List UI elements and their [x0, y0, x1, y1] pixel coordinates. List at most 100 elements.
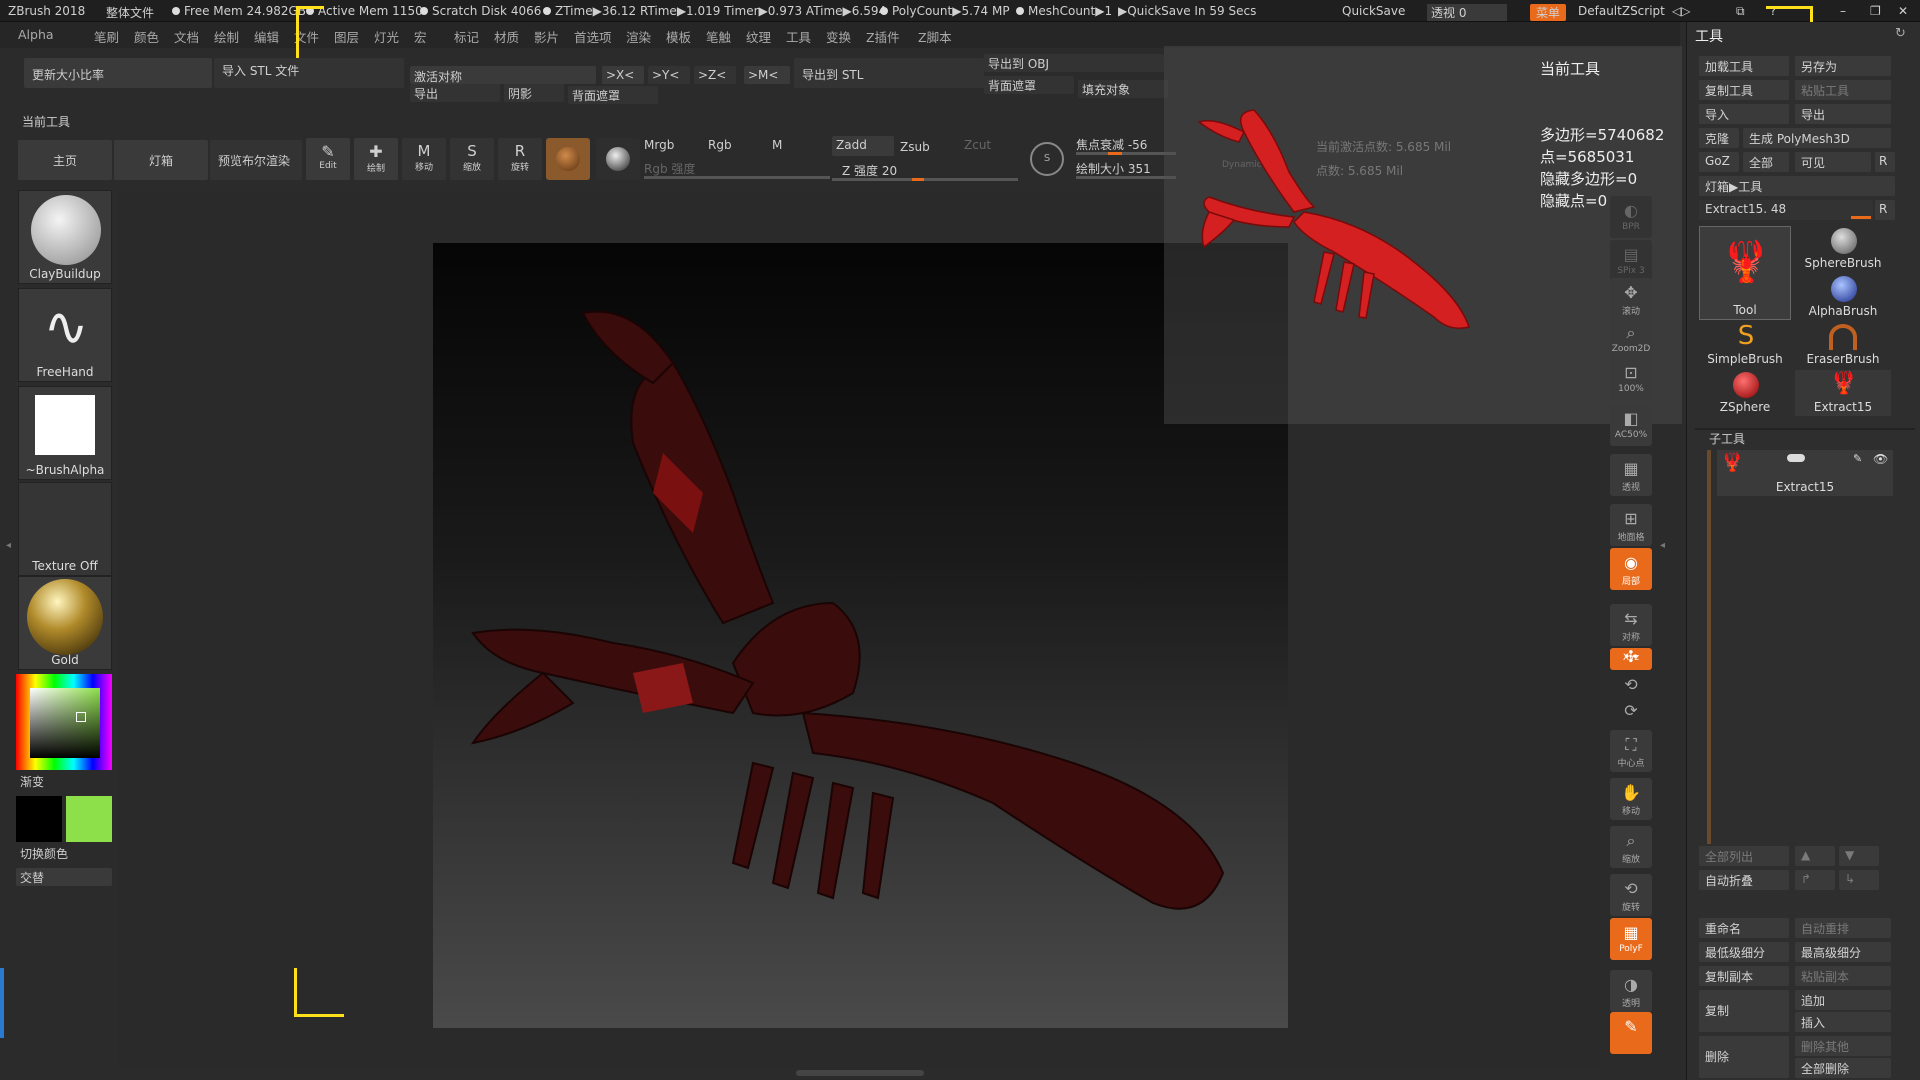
- move-down-icon[interactable]: ▼: [1839, 846, 1879, 866]
- auto-reorder-button[interactable]: 自动重排: [1795, 918, 1891, 938]
- focal-shift-track[interactable]: [1076, 152, 1176, 155]
- append-button[interactable]: 追加: [1795, 990, 1891, 1010]
- auto-collapse-button[interactable]: 自动折叠: [1699, 870, 1789, 890]
- back-mask-button-2[interactable]: 背面遮罩: [984, 76, 1074, 94]
- extract-slider-handle[interactable]: [1851, 216, 1871, 219]
- tool-thumb-eraserbrush[interactable]: EraserBrush: [1795, 322, 1891, 368]
- alpha-selector[interactable]: ~BrushAlpha: [18, 386, 112, 480]
- tool-thumb-zsphere[interactable]: ZSphere: [1699, 370, 1791, 416]
- shelf-move-view-button[interactable]: ✋ 移动: [1610, 778, 1652, 820]
- menu-item[interactable]: 图层: [334, 27, 359, 46]
- delete-button[interactable]: 删除: [1699, 1036, 1789, 1078]
- symmetry-m-toggle[interactable]: >M<: [744, 66, 790, 84]
- move-up-icon[interactable]: ▲: [1795, 846, 1835, 866]
- material-sphere-button[interactable]: [546, 138, 590, 180]
- document-canvas[interactable]: [433, 243, 1288, 1028]
- subtool-header[interactable]: 子工具: [1709, 430, 1745, 447]
- refresh-icon[interactable]: ↻: [1895, 26, 1911, 42]
- rgb-intensity-track[interactable]: [644, 176, 830, 179]
- draw-button[interactable]: ✚ 绘制: [354, 138, 398, 180]
- rgb-intensity-slider[interactable]: Rgb 强度: [644, 160, 695, 177]
- shelf-scale-view-button[interactable]: ⌕ 缩放: [1610, 826, 1652, 868]
- alternate-button[interactable]: 交替: [16, 868, 112, 886]
- menu-item[interactable]: Alpha: [18, 27, 54, 42]
- menu-item[interactable]: 文档: [174, 27, 199, 46]
- focal-shift-handle[interactable]: [1108, 152, 1122, 155]
- close-icon[interactable]: ✕: [1898, 4, 1908, 18]
- lightbox-tools-button[interactable]: 灯箱▶工具: [1699, 176, 1895, 196]
- stroke-target-icon[interactable]: S: [1030, 142, 1064, 176]
- menu-item[interactable]: 首选项: [574, 27, 612, 46]
- minimize-icon[interactable]: –: [1840, 4, 1846, 18]
- make-polymesh-button[interactable]: 生成 PolyMesh3D: [1743, 128, 1891, 148]
- menu-button[interactable]: 菜单: [1530, 4, 1567, 21]
- arrow-down-icon[interactable]: ↳: [1839, 870, 1879, 890]
- switch-color-button[interactable]: 切换颜色: [20, 845, 68, 862]
- shelf-transparent-button[interactable]: ◑ 透明: [1610, 970, 1652, 1012]
- draw-size-slider[interactable]: 绘制大小 351: [1076, 160, 1151, 177]
- menu-item[interactable]: 纹理: [746, 27, 771, 46]
- list-all-button[interactable]: 全部列出: [1699, 846, 1789, 866]
- activate-symmetry-button[interactable]: 激活对称: [410, 66, 596, 84]
- tool-thumb-tool[interactable]: 🦞 Tool: [1699, 226, 1791, 320]
- shelf-zoom2d-button[interactable]: ⌕ Zoom2D: [1610, 318, 1652, 360]
- texture-selector[interactable]: Texture Off: [18, 482, 112, 576]
- z-intensity-handle[interactable]: [912, 178, 924, 181]
- delete-all-button[interactable]: 全部删除: [1795, 1058, 1891, 1078]
- rotate-button[interactable]: R 旋转: [498, 138, 542, 180]
- symmetry-y-toggle[interactable]: >Y<: [648, 66, 690, 84]
- save-as-button[interactable]: 另存为: [1795, 56, 1891, 76]
- tool-thumb-spherebrush[interactable]: SphereBrush: [1795, 226, 1891, 272]
- subtool-brush-icon[interactable]: ✎: [1853, 452, 1862, 465]
- goz-visible-button[interactable]: 可见: [1795, 152, 1871, 172]
- shelf-actual-size-button[interactable]: ⊡ 100%: [1610, 358, 1652, 400]
- subtool-scrollbar[interactable]: [1707, 450, 1711, 844]
- load-tool-button[interactable]: 加载工具: [1699, 56, 1789, 76]
- brush-selector[interactable]: ClayBuildup: [18, 190, 112, 284]
- rgb-toggle[interactable]: Rgb: [708, 138, 732, 152]
- export-stl-button[interactable]: 导出到 STL: [794, 58, 984, 88]
- duplicate-copy-button[interactable]: 复制副本: [1699, 966, 1789, 986]
- menu-item[interactable]: 颜色: [134, 27, 159, 46]
- restore-icon[interactable]: ❐: [1870, 4, 1881, 18]
- zsub-toggle[interactable]: Zsub: [900, 140, 930, 154]
- secondary-color-swatch[interactable]: [66, 796, 112, 842]
- highest-subdiv-button[interactable]: 最高级细分: [1795, 942, 1891, 962]
- m-toggle[interactable]: M: [772, 138, 782, 152]
- lobster-model[interactable]: [433, 243, 1288, 1028]
- tool-thumb-extract15[interactable]: 🦞 Extract15: [1795, 370, 1891, 416]
- export-button[interactable]: 导出: [410, 84, 500, 102]
- menu-item[interactable]: 模板: [666, 27, 691, 46]
- lightbox-button[interactable]: 灯箱: [114, 140, 208, 180]
- menu-item[interactable]: 灯光: [374, 27, 399, 46]
- shelf-rotate-y-button[interactable]: ⟲: [1610, 676, 1652, 696]
- symmetry-x-toggle[interactable]: >X<: [602, 66, 644, 84]
- menu-item[interactable]: 标记: [454, 27, 479, 46]
- merge-copy-button[interactable]: 粘贴副本: [1795, 966, 1891, 986]
- shelf-bpr-button[interactable]: ◐ BPR: [1610, 196, 1652, 238]
- clone-button[interactable]: 克隆: [1699, 128, 1739, 148]
- shelf-xyz-button[interactable]: ✣ Xyz: [1610, 648, 1652, 670]
- shelf-rotate-view-button[interactable]: ⟲ 旋转: [1610, 874, 1652, 916]
- fill-object-button[interactable]: 填充对象: [1078, 80, 1168, 98]
- tool-thumb-simplebrush[interactable]: S SimpleBrush: [1699, 322, 1791, 368]
- transparency-slider[interactable]: 透视 0: [1427, 4, 1507, 21]
- bottom-tray-handle[interactable]: [796, 1070, 924, 1076]
- rename-button[interactable]: 重命名: [1699, 918, 1789, 938]
- import-stl-button[interactable]: 导入 STL 文件: [214, 58, 404, 88]
- goz-button[interactable]: GoZ: [1699, 152, 1739, 172]
- color-sphere-button[interactable]: [596, 138, 640, 180]
- menu-item[interactable]: 宏: [414, 27, 427, 46]
- symmetry-z-toggle[interactable]: >Z<: [694, 66, 736, 84]
- menu-item[interactable]: 变换: [826, 27, 851, 46]
- subtool-toggle-icon[interactable]: [1787, 454, 1805, 462]
- z-intensity-track[interactable]: [832, 178, 1018, 181]
- menu-item[interactable]: 编辑: [254, 27, 279, 46]
- menu-item[interactable]: 笔刷: [94, 27, 119, 46]
- collapse-right-icon[interactable]: ◂: [1660, 540, 1668, 570]
- delete-other-button[interactable]: 删除其他: [1795, 1036, 1891, 1056]
- shelf-polyframe-button[interactable]: ▦ PolyF: [1610, 918, 1652, 960]
- color-picker-square[interactable]: [30, 688, 100, 758]
- tool-thumb-alphabrush[interactable]: AlphaBrush: [1795, 274, 1891, 320]
- dock-icon[interactable]: ⧉: [1736, 4, 1745, 19]
